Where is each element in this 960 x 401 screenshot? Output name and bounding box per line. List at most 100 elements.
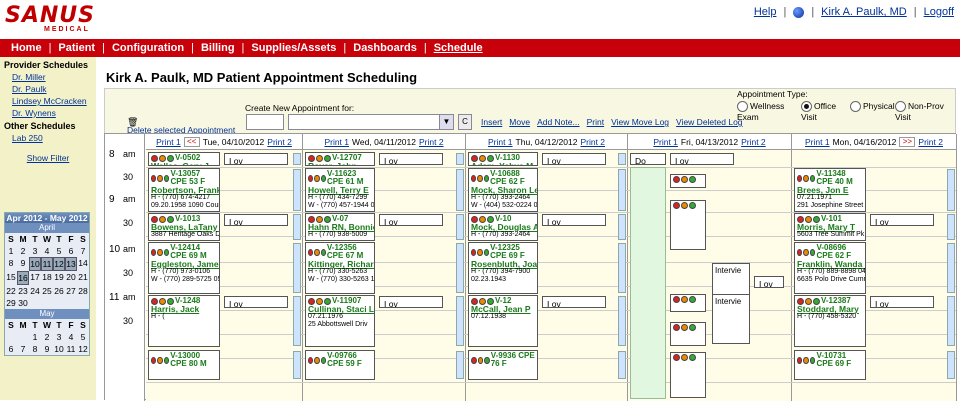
other-schedule-link[interactable]: Lab 250: [0, 131, 96, 143]
nav-item-patient[interactable]: Patient: [51, 42, 102, 54]
iov-label[interactable]: I ov: [754, 276, 784, 289]
calendar-day[interactable]: 15: [5, 271, 17, 285]
calendar-day[interactable]: 6: [5, 343, 17, 355]
provider-link[interactable]: Dr. Miller: [0, 70, 96, 82]
calendar-day[interactable]: 10: [29, 257, 41, 271]
iov-label[interactable]: I ov: [224, 153, 288, 166]
calendar-day[interactable]: 6: [65, 245, 77, 257]
calendar-day[interactable]: 3: [29, 245, 41, 257]
patient-name-link[interactable]: Rosenbluth, Joan G: [471, 260, 537, 269]
iov-label[interactable]: I ov: [379, 296, 443, 309]
appointment-card[interactable]: V-11348 CPE 40 M Brees, Jon E 07.21.1971 29…: [794, 168, 866, 212]
patient-name-link[interactable]: Kittinger, Richard E: [308, 260, 374, 269]
patient-name-link[interactable]: Mock, Douglas A: [471, 223, 537, 232]
globe-icon[interactable]: [793, 6, 805, 18]
friday-appointment[interactable]: [670, 174, 706, 188]
radio-button[interactable]: [895, 101, 906, 113]
chevron-down-icon[interactable]: ▼: [439, 115, 453, 129]
calendar-day[interactable]: 8: [29, 343, 41, 355]
interview-block[interactable]: Intervie: [712, 294, 750, 344]
patient-name-link[interactable]: Adam, Yahya M: [471, 162, 535, 165]
patient-name-link[interactable]: Harris, Jack: [151, 305, 217, 314]
prev-arrow-icon[interactable]: <<: [183, 136, 200, 147]
print1-link[interactable]: Print 1: [156, 137, 181, 147]
print2-link[interactable]: Print 2: [267, 137, 292, 147]
iov-label[interactable]: I ov: [542, 153, 606, 166]
provider-link[interactable]: Dr. Wynens: [0, 106, 96, 118]
appointment-card[interactable]: V-12 McCall, Jean P 07.12.1938: [468, 295, 538, 347]
appointment-card[interactable]: V-13000 CPE 80 M: [148, 350, 220, 380]
appointment-card[interactable]: V-12325 CPE 69 FRosenbluth, Joan GH - (7…: [468, 242, 538, 294]
calendar-day[interactable]: 4: [41, 245, 53, 257]
calendar-day[interactable]: 30: [17, 297, 29, 309]
action-view-move-log[interactable]: View Move Log: [611, 117, 669, 127]
patient-name-link[interactable]: Bowens, LaTany: [151, 223, 217, 232]
calendar-day[interactable]: 8: [5, 257, 17, 271]
print1-link[interactable]: Print 1: [488, 137, 513, 147]
calendar-day[interactable]: 5: [53, 245, 65, 257]
time-input[interactable]: [246, 114, 284, 130]
iov-label[interactable]: I ov: [379, 153, 443, 166]
calendar-day[interactable]: 12: [77, 343, 89, 355]
provider-link[interactable]: Dr. Paulk: [0, 82, 96, 94]
iov-label[interactable]: I ov: [224, 296, 288, 309]
nav-item-supplies-assets[interactable]: Supplies/Assets: [244, 42, 343, 54]
calendar-day[interactable]: 7: [77, 245, 89, 257]
action-view-deleted-log[interactable]: View Deleted Log: [676, 117, 742, 127]
print2-link[interactable]: Print 2: [580, 137, 605, 147]
print2-link[interactable]: Print 2: [419, 137, 444, 147]
calendar-day[interactable]: 10: [53, 343, 65, 355]
iov-label[interactable]: I ov: [542, 296, 606, 309]
patient-name-link[interactable]: Mock, Sharon Lene: [471, 186, 537, 195]
calendar-day[interactable]: 4: [65, 331, 77, 343]
patient-name-link[interactable]: Wallac, Gary J: [151, 162, 217, 165]
patient-name-link[interactable]: McCall, Jean P: [471, 305, 535, 314]
print2-link[interactable]: Print 2: [741, 137, 766, 147]
appointment-card[interactable]: V-1130 Adam, Yahya M: [468, 152, 538, 166]
iov-label[interactable]: I ov: [379, 214, 443, 227]
patient-name-link[interactable]: Brees, Jon E: [797, 186, 863, 195]
patient-select[interactable]: ▼: [288, 114, 454, 130]
patient-name-link[interactable]: Rover, John: [308, 162, 372, 165]
action-add-note-[interactable]: Add Note...: [537, 117, 580, 127]
print1-link[interactable]: Print 1: [653, 137, 678, 147]
calendar-day[interactable]: 3: [53, 331, 65, 343]
action-insert[interactable]: Insert: [481, 117, 502, 127]
print2-link[interactable]: Print 2: [918, 137, 943, 147]
iov-label[interactable]: I ov: [870, 296, 934, 309]
friday-appointment[interactable]: [670, 322, 706, 346]
calendar-day[interactable]: 25: [41, 285, 53, 297]
patient-name-link[interactable]: Morris, Mary T: [797, 223, 863, 232]
appointment-card[interactable]: V-1013 Bowens, LaTany 3887 Heritage Oaks D: [148, 213, 220, 241]
patient-name-link[interactable]: Howell, Terry E: [308, 186, 372, 195]
appointment-card[interactable]: V-07 Hahn RN, Bonnie H - (770) 938-5009: [305, 213, 375, 241]
nav-item-billing[interactable]: Billing: [194, 42, 242, 54]
calendar-day[interactable]: 20: [65, 271, 77, 285]
action-move[interactable]: Move: [509, 117, 530, 127]
friday-appointment[interactable]: [670, 352, 706, 398]
patient-name-link[interactable]: Robertson, Frankie L: [151, 186, 219, 195]
nav-item-home[interactable]: Home: [4, 42, 49, 54]
user-link[interactable]: Kirk A. Paulk, MD: [821, 6, 907, 18]
appointment-card[interactable]: V-13057 CPE 53 FRobertson, Frankie LH - …: [148, 168, 220, 212]
appointment-card[interactable]: V-12356 CPE 67 MKittinger, Richard EH - …: [305, 242, 375, 294]
iov-label[interactable]: I ov: [542, 214, 606, 227]
calendar-day[interactable]: 16: [17, 271, 29, 285]
print1-link[interactable]: Print 1: [805, 137, 830, 147]
friday-appointment[interactable]: [670, 200, 706, 250]
appointment-card[interactable]: V-09766 CPE 59 F: [305, 350, 375, 380]
print1-link[interactable]: Print 1: [324, 137, 349, 147]
patient-name-link[interactable]: Cullinan, Staci L: [308, 305, 374, 314]
radio-button[interactable]: [850, 101, 861, 113]
calendar-day[interactable]: 1: [5, 245, 17, 257]
radio-button[interactable]: [737, 101, 748, 113]
friday-appointment[interactable]: [670, 294, 706, 312]
calendar-day[interactable]: 24: [29, 285, 41, 297]
c-button[interactable]: C: [458, 114, 472, 130]
sanus-logo[interactable]: SANUS: [5, 3, 95, 28]
calendar-day[interactable]: 18: [41, 271, 53, 285]
nav-item-dashboards[interactable]: Dashboards: [346, 42, 424, 54]
appointment-type-physical[interactable]: Physical: [850, 101, 895, 113]
calendar-day[interactable]: 2: [17, 245, 29, 257]
appointment-card[interactable]: V-10688 CPE 62 FMock, Sharon LeneH - (77…: [468, 168, 538, 212]
